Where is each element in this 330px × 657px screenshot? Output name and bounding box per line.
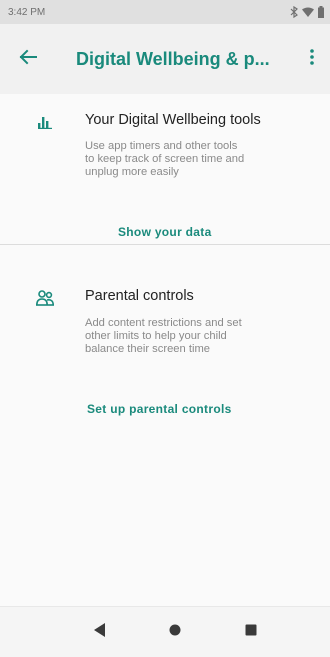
- wifi-icon: [302, 7, 314, 18]
- status-bar: 3:42 PM: [0, 0, 330, 24]
- more-options-button[interactable]: [294, 31, 330, 87]
- wellbeing-tools-title: Your Digital Wellbeing tools: [85, 112, 261, 128]
- back-button[interactable]: [0, 31, 56, 87]
- parental-controls-section: Parental controls Add content restrictio…: [0, 258, 330, 438]
- bar-chart-icon: [33, 111, 57, 135]
- show-your-data-button[interactable]: Show your data: [118, 225, 212, 239]
- nav-recents-button[interactable]: [236, 617, 266, 647]
- wellbeing-tools-description: Use app timers and other tools to keep t…: [85, 140, 245, 178]
- nav-home-button[interactable]: [160, 617, 190, 647]
- bluetooth-icon: [290, 6, 298, 18]
- wellbeing-tools-section: Your Digital Wellbeing tools Use app tim…: [0, 94, 330, 244]
- status-time: 3:42 PM: [8, 6, 46, 18]
- nav-back-button[interactable]: [85, 617, 115, 647]
- more-vert-icon: [310, 48, 314, 70]
- recents-square-icon: [245, 623, 257, 641]
- navigation-bar: [0, 606, 330, 657]
- back-triangle-icon: [94, 622, 106, 642]
- parental-controls-title: Parental controls: [85, 288, 194, 304]
- page-title: Digital Wellbeing & p...: [76, 48, 270, 69]
- set-up-parental-controls-button[interactable]: Set up parental controls: [87, 402, 232, 416]
- home-circle-icon: [169, 623, 181, 641]
- parental-controls-description: Add content restrictions and set other l…: [85, 317, 242, 355]
- divider: [0, 244, 330, 245]
- app-bar: Digital Wellbeing & p...: [0, 24, 330, 94]
- family-icon: [33, 286, 57, 310]
- screen: 3:42 PM Digital Wellbeing & p... Your Di…: [0, 0, 330, 657]
- battery-icon: [318, 6, 324, 18]
- status-icons: [290, 6, 324, 18]
- arrow-left-icon: [19, 48, 37, 71]
